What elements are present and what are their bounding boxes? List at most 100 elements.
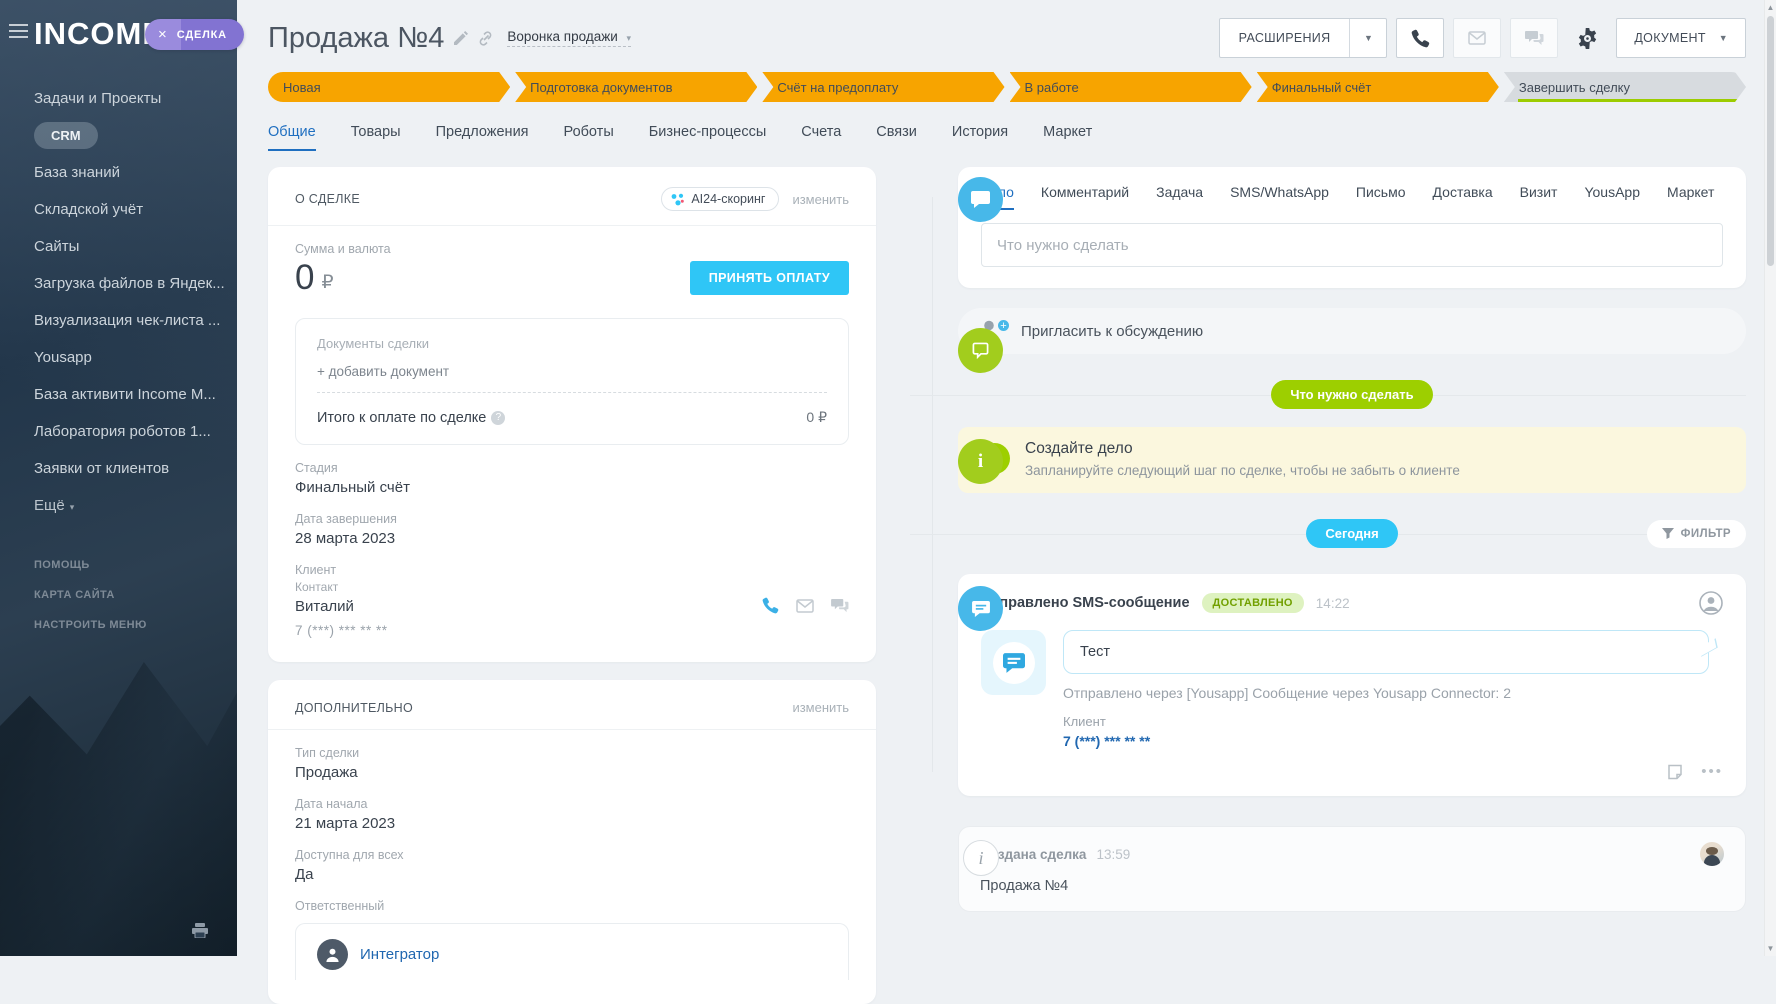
call-contact-icon[interactable] bbox=[762, 597, 779, 614]
pin-note-icon[interactable] bbox=[1667, 764, 1683, 780]
sidebar-item-tasks[interactable]: Задачи и Проекты bbox=[0, 80, 237, 117]
tab-history[interactable]: История bbox=[952, 124, 1008, 151]
sidebar-item-activity-base[interactable]: База активити Income M... bbox=[0, 376, 237, 413]
available-label: Доступна для всех bbox=[295, 848, 849, 862]
activity-tab-task[interactable]: Задача bbox=[1156, 184, 1203, 210]
sidebar-item-more[interactable]: Ещё▾ bbox=[0, 487, 237, 524]
chat-contact-icon[interactable] bbox=[831, 598, 849, 613]
stage-field-value[interactable]: Финальный счёт bbox=[295, 479, 849, 496]
activity-tab-visit[interactable]: Визит bbox=[1520, 184, 1558, 210]
accept-payment-button[interactable]: ПРИНЯТЬ ОПЛАТУ bbox=[690, 261, 849, 295]
extensions-button[interactable]: РАСШИРЕНИЯ ▼ bbox=[1219, 18, 1388, 58]
settings-gear-icon[interactable] bbox=[1567, 18, 1607, 58]
tab-products[interactable]: Товары bbox=[351, 124, 401, 151]
tab-bizproc[interactable]: Бизнес-процессы bbox=[649, 124, 767, 151]
edit-title-icon[interactable] bbox=[454, 31, 468, 45]
activity-tab-yousapp[interactable]: YousApp bbox=[1584, 184, 1640, 210]
email-button[interactable] bbox=[1453, 18, 1501, 58]
sms-author-avatar[interactable] bbox=[1699, 591, 1723, 615]
scrollbar-thumb[interactable] bbox=[1767, 16, 1774, 266]
sidebar-item-robots-lab[interactable]: Лаборатория роботов 1... bbox=[0, 413, 237, 450]
vertical-scrollbar[interactable]: ▲ ▼ bbox=[1764, 0, 1776, 956]
deal-sum-value[interactable]: 0 bbox=[295, 258, 314, 298]
sidebar-configure-menu-link[interactable]: НАСТРОИТЬ МЕНЮ bbox=[0, 610, 237, 640]
edit-additional-link[interactable]: изменить bbox=[792, 700, 849, 715]
copy-link-icon[interactable] bbox=[478, 31, 493, 46]
tab-robots[interactable]: Роботы bbox=[564, 124, 614, 151]
close-date-value[interactable]: 28 марта 2023 bbox=[295, 530, 849, 547]
document-button[interactable]: ДОКУМЕНТ ▼ bbox=[1616, 18, 1746, 58]
discussion-bubble-icon bbox=[958, 328, 1003, 373]
sidebar-item-crm[interactable]: CRM bbox=[0, 117, 237, 154]
tab-links[interactable]: Связи bbox=[876, 124, 917, 151]
add-document-link[interactable]: + добавить документ bbox=[317, 364, 827, 379]
created-author-avatar[interactable] bbox=[1700, 842, 1724, 866]
tab-invoices[interactable]: Счета bbox=[801, 124, 841, 151]
call-button[interactable] bbox=[1396, 18, 1444, 58]
scroll-up-arrow[interactable]: ▲ bbox=[1765, 3, 1776, 12]
sidebar-item-client-requests[interactable]: Заявки от клиентов bbox=[0, 450, 237, 487]
chat-button[interactable] bbox=[1510, 18, 1558, 58]
sidebar-item-yousapp[interactable]: Yousapp bbox=[0, 339, 237, 376]
more-actions-icon[interactable]: ••• bbox=[1701, 763, 1723, 780]
responsible-box: Интегратор bbox=[295, 923, 849, 980]
todo-pill[interactable]: Что нужно сделать bbox=[1271, 380, 1432, 409]
tab-quotes[interactable]: Предложения bbox=[436, 124, 529, 151]
stage-docs[interactable]: Подготовка документов bbox=[515, 72, 757, 102]
create-deed-banner: + Создайте дело Запланируйте следующий ш… bbox=[958, 427, 1746, 493]
sidebar-item-sites[interactable]: Сайты bbox=[0, 228, 237, 265]
close-icon[interactable]: × bbox=[158, 26, 167, 43]
sms-client-phone-link[interactable]: 7 (***) *** ** ** bbox=[1063, 733, 1723, 749]
avatar bbox=[317, 939, 348, 970]
deal-type-value[interactable]: Продажа bbox=[295, 764, 849, 781]
today-pill[interactable]: Сегодня bbox=[1306, 519, 1397, 548]
additional-card-title: ДОПОЛНИТЕЛЬНО bbox=[295, 701, 413, 715]
extensions-dropdown-icon[interactable]: ▼ bbox=[1350, 33, 1386, 43]
stage-new[interactable]: Новая bbox=[268, 72, 510, 102]
sidebar-item-checklist[interactable]: Визуализация чек-листа ... bbox=[0, 302, 237, 339]
activity-tab-delivery[interactable]: Доставка bbox=[1433, 184, 1493, 210]
sidebar-item-yandex-upload[interactable]: Загрузка файлов в Яндек... bbox=[0, 265, 237, 302]
invite-discussion-row[interactable]: + Пригласить к обсуждению bbox=[958, 308, 1746, 354]
edit-about-link[interactable]: изменить bbox=[792, 192, 849, 207]
about-deal-card: О СДЕЛКЕ AI24-скоринг изменить Сумма и в… bbox=[268, 167, 876, 662]
sms-app-tile bbox=[981, 630, 1046, 695]
start-date-value[interactable]: 21 марта 2023 bbox=[295, 815, 849, 832]
timeline-filter-button[interactable]: ФИЛЬТР bbox=[1647, 520, 1746, 548]
tab-general[interactable]: Общие bbox=[268, 124, 316, 151]
stage-close-deal[interactable]: Завершить сделку bbox=[1504, 72, 1746, 102]
activity-tab-market[interactable]: Маркет bbox=[1667, 184, 1714, 210]
client-label: Клиент bbox=[295, 563, 388, 577]
contact-name[interactable]: Виталий bbox=[295, 598, 388, 615]
sum-label: Сумма и валюта bbox=[295, 242, 849, 256]
sidebar-item-knowledge[interactable]: База знаний bbox=[0, 154, 237, 191]
sidebar-item-warehouse[interactable]: Складской учёт bbox=[0, 191, 237, 228]
stage-in-progress[interactable]: В работе bbox=[1010, 72, 1252, 102]
printer-icon[interactable] bbox=[192, 923, 208, 938]
activity-tab-comment[interactable]: Комментарий bbox=[1041, 184, 1129, 210]
deal-slider-badge[interactable]: × СДЕЛКА bbox=[145, 19, 244, 50]
invite-plus-icon: + bbox=[996, 318, 1011, 333]
activity-chat-icon bbox=[958, 177, 1003, 222]
stage-field-label: Стадия bbox=[295, 461, 849, 475]
available-value[interactable]: Да bbox=[295, 866, 849, 883]
created-deal-name: Продажа №4 bbox=[980, 878, 1724, 894]
stage-prepayment[interactable]: Счёт на предоплату bbox=[762, 72, 1004, 102]
help-question-icon[interactable]: ? bbox=[491, 411, 505, 425]
contact-phone-masked: 7 (***) *** ** ** bbox=[295, 623, 388, 638]
sidebar-sitemap-link[interactable]: КАРТА САЙТА bbox=[0, 580, 237, 610]
ai-scoring-badge[interactable]: AI24-скоринг bbox=[661, 187, 779, 211]
responsible-name-link[interactable]: Интегратор bbox=[360, 946, 439, 963]
create-deed-title: Создайте дело bbox=[1025, 440, 1460, 458]
activity-tab-letter[interactable]: Письмо bbox=[1356, 184, 1406, 210]
scroll-down-arrow[interactable]: ▼ bbox=[1765, 944, 1776, 953]
todo-input[interactable] bbox=[981, 223, 1723, 267]
menu-burger-icon[interactable] bbox=[9, 24, 28, 42]
main-content: Продажа №4 Воронка продажи ▾ РАСШИРЕНИЯ … bbox=[237, 0, 1776, 956]
sidebar-help-link[interactable]: ПОМОЩЬ bbox=[0, 550, 237, 580]
tab-market[interactable]: Маркет bbox=[1043, 124, 1092, 151]
email-contact-icon[interactable] bbox=[796, 599, 814, 613]
activity-tab-sms[interactable]: SMS/WhatsApp bbox=[1230, 184, 1329, 210]
stage-final-invoice[interactable]: Финальный счёт bbox=[1257, 72, 1499, 102]
funnel-selector[interactable]: Воронка продажи ▾ bbox=[507, 29, 631, 47]
